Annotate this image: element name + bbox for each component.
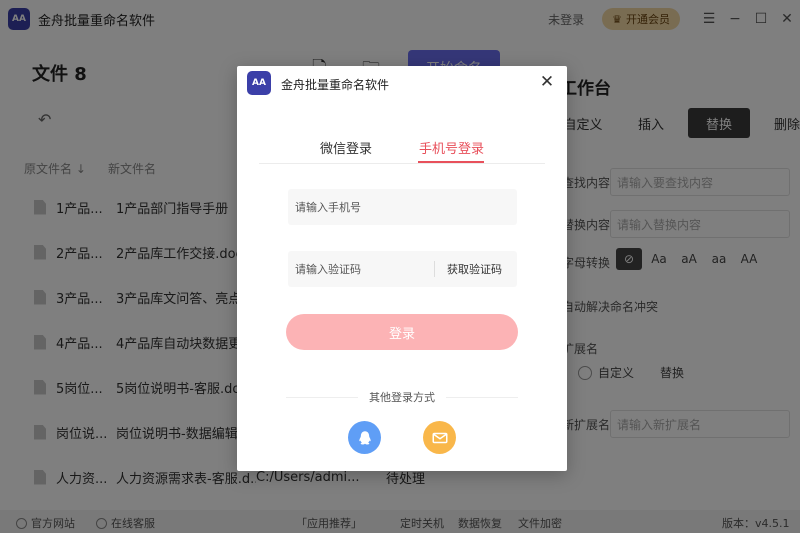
tab-phone-login[interactable]: 手机号登录 — [419, 138, 484, 157]
login-dialog: AA 金舟批量重命名软件 ✕ 微信登录 手机号登录 获取验证码 登录 其他登录方… — [237, 66, 567, 471]
divider — [446, 397, 518, 398]
active-tab-underline — [418, 161, 484, 163]
email-icon — [432, 432, 447, 443]
email-login-button[interactable] — [423, 421, 456, 454]
other-login-ways: 其他登录方式 — [286, 389, 518, 405]
phone-input[interactable] — [288, 200, 428, 214]
qq-icon — [358, 430, 371, 444]
login-button[interactable]: 登录 — [286, 314, 518, 350]
divider — [434, 261, 435, 277]
dialog-logo: AA — [247, 71, 271, 95]
code-input[interactable] — [288, 262, 428, 276]
login-tabs: 微信登录 手机号登录 — [259, 132, 545, 164]
dialog-title: 金舟批量重命名软件 — [281, 78, 390, 92]
get-code-button[interactable]: 获取验证码 — [447, 261, 502, 277]
phone-field — [288, 189, 517, 225]
tab-wechat-login[interactable]: 微信登录 — [320, 138, 372, 157]
qq-login-button[interactable] — [348, 421, 381, 454]
close-icon[interactable]: ✕ — [537, 72, 557, 92]
code-field: 获取验证码 — [288, 251, 517, 287]
